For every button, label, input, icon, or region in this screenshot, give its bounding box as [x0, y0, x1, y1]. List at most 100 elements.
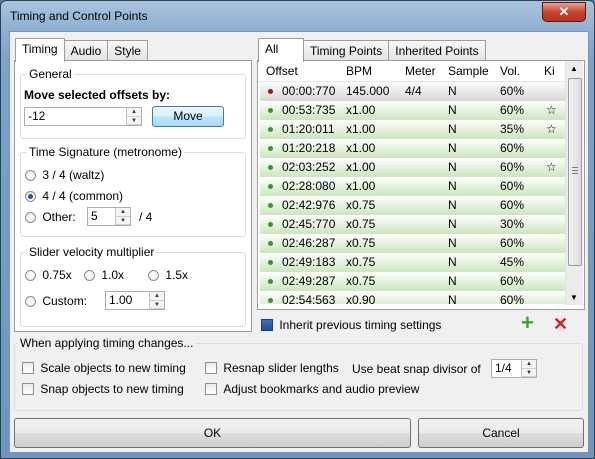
snap-checkbox[interactable] — [22, 383, 34, 395]
table-row[interactable]: 00:00:770 145.000 4/4 N 60% — [260, 82, 565, 101]
divisor-input[interactable]: 1/4 ▲ ▼ — [491, 359, 537, 378]
sv-15-label: 1.5x — [165, 268, 189, 282]
scale-checkbox[interactable] — [22, 362, 34, 374]
left-tab-bar: Timing Audio Style — [15, 38, 148, 62]
table-row[interactable]: 02:46:287 x0.75 N 60% — [260, 234, 565, 253]
tab-style[interactable]: Style — [107, 40, 148, 61]
timing-tab-panel: General Move selected offsets by: -12 ▲ ▼… — [14, 60, 252, 332]
scroll-up-arrow-icon[interactable]: ▲ — [570, 64, 578, 73]
cell-vol: 60% — [500, 141, 525, 155]
add-point-icon[interactable]: + — [521, 312, 534, 334]
cell-sample: N — [448, 293, 457, 304]
timing-points-panel: Offset BPM Meter Sample Vol. Ki 00:00:77… — [257, 60, 585, 310]
col-offset[interactable]: Offset — [266, 64, 298, 78]
sv-10-radio[interactable] — [84, 270, 95, 281]
slider-velocity-group: Slider velocity multiplier 0.75x 1.0x 1.… — [20, 245, 246, 327]
move-offsets-label: Move selected offsets by: — [24, 88, 171, 102]
cell-bpm: x1.00 — [346, 141, 376, 155]
move-button[interactable]: Move — [152, 106, 224, 127]
sv-075-radio[interactable] — [25, 270, 36, 281]
col-sample[interactable]: Sample — [448, 64, 489, 78]
tab-audio[interactable]: Audio — [63, 40, 109, 61]
tab-timing[interactable]: Timing — [15, 38, 65, 62]
cell-offset: 02:49:183 — [282, 255, 336, 269]
inherited-point-marker-icon — [268, 165, 273, 170]
sv-15-radio[interactable] — [148, 270, 159, 281]
col-vol[interactable]: Vol. — [500, 64, 520, 78]
cell-sample: N — [448, 141, 457, 155]
inherited-point-marker-icon — [268, 298, 273, 303]
sv-10-option[interactable]: 1.0x — [84, 268, 124, 282]
cell-vol: 60% — [500, 198, 525, 212]
snap-option[interactable]: Snap objects to new timing — [22, 382, 184, 396]
cell-bpm: x0.75 — [346, 236, 376, 250]
table-row[interactable]: 01:20:218 x1.00 N 60% — [260, 139, 565, 158]
cell-offset: 02:46:287 — [282, 236, 336, 250]
tab-all[interactable]: All — [258, 38, 304, 62]
bookmarks-label: Adjust bookmarks and audio preview — [223, 382, 420, 396]
other-option[interactable]: Other: — [25, 210, 76, 224]
table-row[interactable]: 02:54:563 x0.90 N 60% — [260, 291, 565, 304]
table-scrollbar[interactable]: ▲ ▼ — [565, 61, 583, 305]
sv-custom-option[interactable]: Custom: — [25, 294, 87, 308]
waltz-radio[interactable] — [25, 170, 36, 181]
waltz-option[interactable]: 3 / 4 (waltz) — [25, 168, 104, 182]
other-radio[interactable] — [25, 212, 36, 223]
resnap-option[interactable]: Resnap slider lengths — [205, 361, 339, 375]
offset-input[interactable]: -12 ▲ ▼ — [24, 107, 142, 126]
bookmarks-option[interactable]: Adjust bookmarks and audio preview — [205, 382, 419, 396]
cell-sample: N — [448, 274, 457, 288]
cell-vol: 60% — [500, 179, 525, 193]
cell-sample: N — [448, 122, 457, 136]
offset-spinner[interactable]: ▲ ▼ — [126, 108, 141, 125]
cancel-button[interactable]: Cancel — [418, 418, 584, 448]
table-row[interactable]: 02:45:770 x0.75 N 30% — [260, 215, 565, 234]
inherited-point-marker-icon — [268, 146, 273, 151]
title-bar[interactable]: Timing and Control Points ✕ — [1, 1, 594, 31]
scrollbar-thumb[interactable] — [568, 78, 582, 266]
common-option[interactable]: 4 / 4 (common) — [25, 189, 123, 203]
sv-custom-input[interactable]: 1.00 ▲ ▼ — [105, 291, 165, 310]
resnap-checkbox[interactable] — [205, 362, 217, 374]
col-ki[interactable]: Ki — [544, 64, 555, 78]
divisor-spinner[interactable]: ▲ ▼ — [521, 360, 536, 377]
sv-custom-spinner[interactable]: ▲ ▼ — [149, 292, 164, 309]
close-button[interactable]: ✕ — [542, 2, 586, 22]
inherit-checkbox[interactable] — [261, 319, 273, 331]
other-meter-input[interactable]: 5 ▲ ▼ — [87, 207, 131, 226]
scroll-down-arrow-icon[interactable]: ▼ — [570, 293, 578, 302]
remove-point-icon[interactable]: ✕ — [553, 313, 568, 335]
cell-offset: 02:28:080 — [282, 179, 336, 193]
table-row[interactable]: 02:49:287 x0.75 N 60% — [260, 272, 565, 291]
waltz-label: 3 / 4 (waltz) — [42, 168, 105, 182]
sv-075-option[interactable]: 0.75x — [25, 268, 72, 282]
col-bpm[interactable]: BPM — [346, 64, 372, 78]
table-row[interactable]: 02:03:252 x1.00 N 60% ☆ — [260, 158, 565, 177]
sv-custom-radio[interactable] — [25, 296, 36, 307]
scale-option[interactable]: Scale objects to new timing — [22, 361, 186, 375]
table-row[interactable]: 02:28:080 x1.00 N 60% — [260, 177, 565, 196]
common-radio[interactable] — [25, 191, 36, 202]
cell-vol: 60% — [500, 160, 525, 174]
cell-vol: 60% — [500, 293, 525, 304]
cell-bpm: x0.90 — [346, 293, 376, 304]
other-label: Other: — [42, 210, 76, 224]
table-row[interactable]: 02:49:183 x0.75 N 45% — [260, 253, 565, 272]
cell-sample: N — [448, 236, 457, 250]
cell-meter: 4/4 — [405, 84, 422, 98]
sv-custom-label: Custom: — [42, 294, 88, 308]
tab-inherited-points[interactable]: Inherited Points — [388, 40, 486, 61]
scale-label: Scale objects to new timing — [40, 361, 186, 375]
sv-15-option[interactable]: 1.5x — [148, 268, 188, 282]
bookmarks-checkbox[interactable] — [205, 383, 217, 395]
inherit-option[interactable]: Inherit previous timing settings — [261, 318, 441, 332]
col-meter[interactable]: Meter — [405, 64, 436, 78]
table-row[interactable]: 00:53:735 x1.00 N 60% ☆ — [260, 101, 565, 120]
ok-button[interactable]: OK — [14, 418, 411, 448]
other-meter-spinner[interactable]: ▲ ▼ — [115, 208, 130, 225]
table-row[interactable]: 02:42:976 x0.75 N 60% — [260, 196, 565, 215]
cell-vol: 30% — [500, 217, 525, 231]
tab-timing-points[interactable]: Timing Points — [303, 40, 390, 61]
table-row[interactable]: 01:20:011 x1.00 N 35% ☆ — [260, 120, 565, 139]
cell-bpm: x1.00 — [346, 179, 376, 193]
